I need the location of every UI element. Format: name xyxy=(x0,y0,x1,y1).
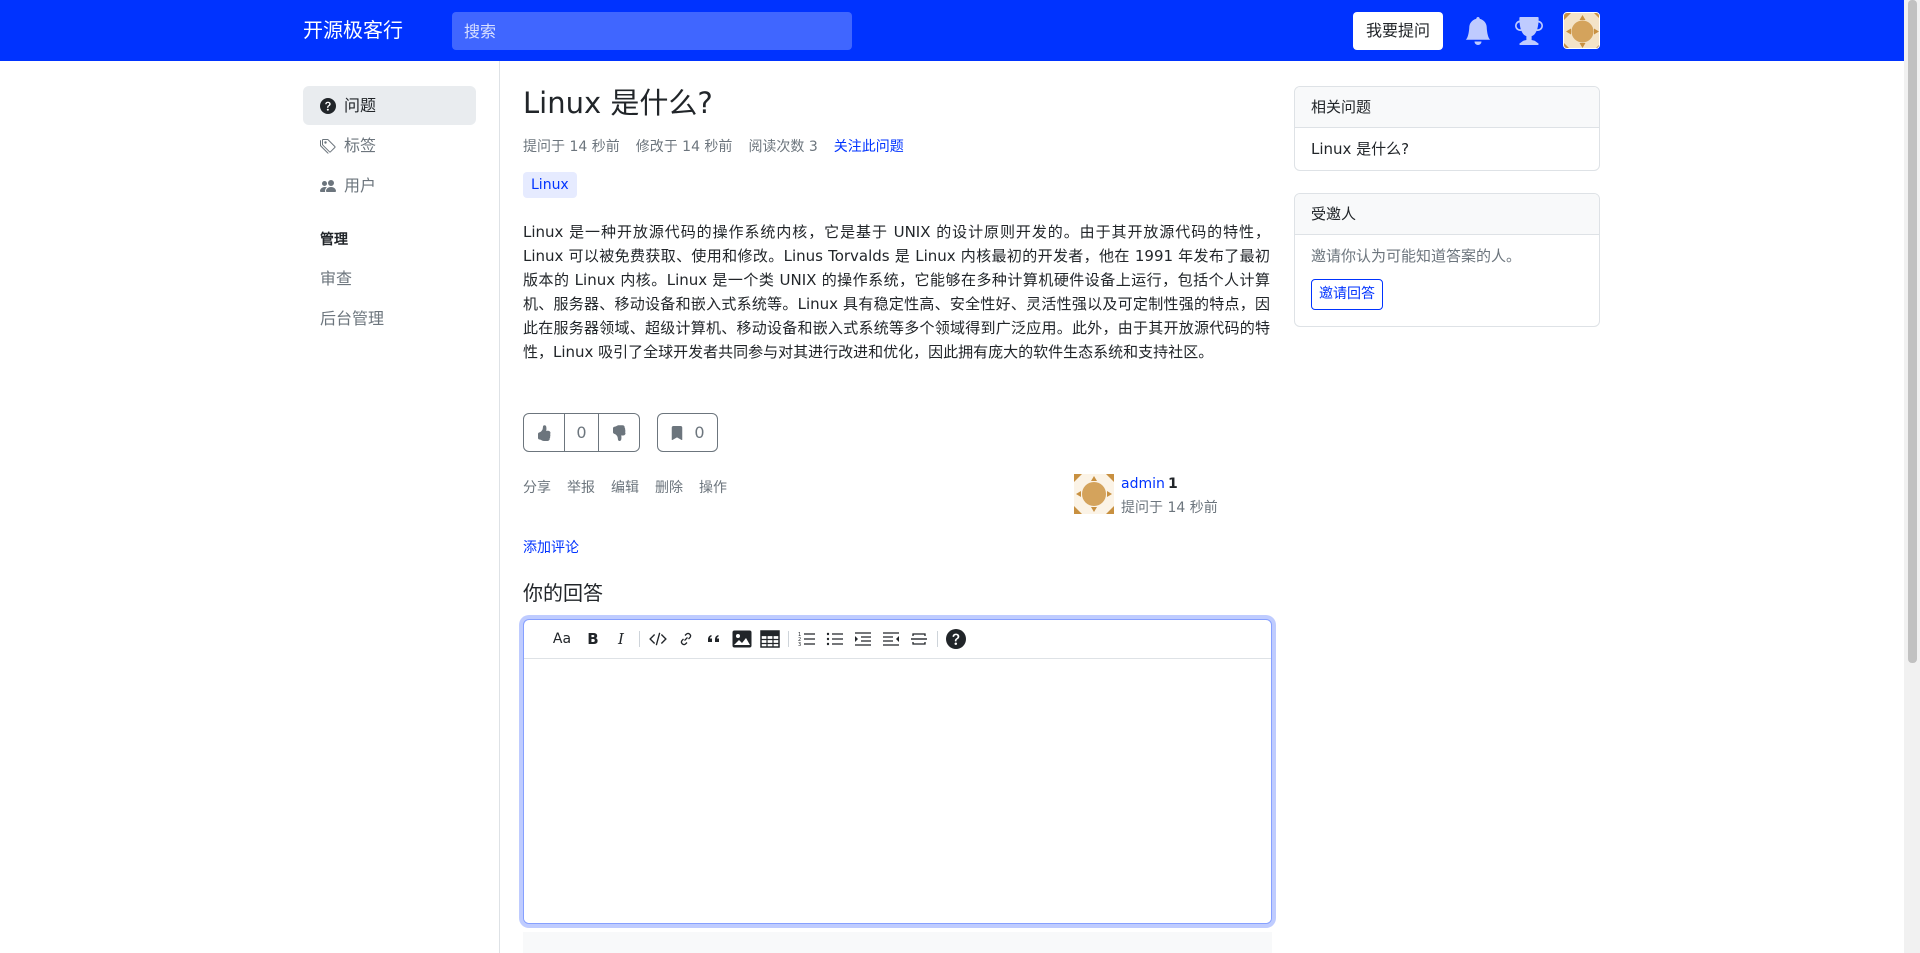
view-count: 阅读次数 3 xyxy=(748,139,818,155)
table-button[interactable] xyxy=(756,625,784,653)
user-avatar[interactable] xyxy=(1563,12,1600,49)
avatar-pattern-icon xyxy=(1564,13,1599,48)
help-button[interactable] xyxy=(942,625,970,653)
page-scrollbar[interactable] xyxy=(1904,0,1920,953)
sidebar-item-label: 审查 xyxy=(320,268,353,288)
bookmark-button[interactable]: 0 xyxy=(657,413,718,452)
unordered-list-icon xyxy=(826,632,843,646)
sidebar-item-label: 后台管理 xyxy=(320,308,385,328)
sidebar-item-label: 问题 xyxy=(344,95,377,115)
search-input[interactable] xyxy=(452,12,852,50)
table-icon xyxy=(760,630,780,648)
question-body: Linux 是一种开放源代码的操作系统内核，它是基于 UNIX 的设计原则开发的… xyxy=(523,223,1270,361)
sidebar-item-label: 标签 xyxy=(344,135,377,155)
editor-preview-area xyxy=(523,932,1272,953)
heading-button[interactable]: Aa xyxy=(545,625,579,653)
sidebar-item-admin[interactable]: 后台管理 xyxy=(303,299,476,338)
vote-group: 0 xyxy=(523,413,640,452)
sidebar-item-tags[interactable]: 标签 xyxy=(303,126,476,165)
people-icon xyxy=(320,179,336,192)
ask-question-button[interactable]: 我要提问 xyxy=(1353,12,1443,50)
top-navbar: 开源极客行 我要提问 xyxy=(0,0,1904,61)
thumbs-down-icon xyxy=(613,424,626,441)
outdent-button[interactable] xyxy=(877,625,905,653)
avatar-pattern-icon xyxy=(1074,474,1114,514)
bookmark-icon xyxy=(672,425,683,440)
tags-icon xyxy=(320,138,336,154)
related-questions-card: 相关问题 Linux 是什么? xyxy=(1294,86,1600,171)
invite-description: 邀请你认为可能知道答案的人。 xyxy=(1311,247,1522,265)
indent-icon xyxy=(855,632,871,646)
code-icon xyxy=(649,632,667,646)
author-name[interactable]: admin xyxy=(1121,476,1165,492)
horizontal-rule-button[interactable] xyxy=(905,625,933,653)
sidebar-divider xyxy=(499,61,500,953)
link-button[interactable] xyxy=(672,625,700,653)
upvote-button[interactable] xyxy=(524,414,564,451)
image-icon xyxy=(732,630,752,648)
italic-button[interactable]: I xyxy=(607,625,635,653)
outdent-icon xyxy=(883,632,899,646)
quote-icon xyxy=(708,635,719,642)
follow-question-link[interactable]: 关注此问题 xyxy=(834,136,904,156)
sidebar-item-questions[interactable]: 问题 xyxy=(303,86,476,125)
operations-link[interactable]: 操作 xyxy=(699,477,727,497)
question-circle-icon xyxy=(320,97,336,114)
bookmark-count: 0 xyxy=(694,423,705,442)
vote-count: 0 xyxy=(563,414,600,451)
ordered-list-button[interactable]: 123 xyxy=(793,625,821,653)
link-icon xyxy=(680,632,692,646)
code-button[interactable] xyxy=(644,625,672,653)
asked-time: 提问于 14 秒前 xyxy=(523,139,620,155)
delete-link[interactable]: 删除 xyxy=(655,477,683,497)
unordered-list-button[interactable] xyxy=(821,625,849,653)
sidebar-item-label: 用户 xyxy=(344,175,377,195)
hr-icon xyxy=(911,633,927,645)
svg-text:3: 3 xyxy=(798,642,801,647)
image-button[interactable] xyxy=(728,625,756,653)
bold-button[interactable]: B xyxy=(579,625,607,653)
toolbar-separator xyxy=(639,631,640,647)
toolbar-separator xyxy=(788,631,789,647)
brand-logo[interactable]: 开源极客行 xyxy=(303,17,403,43)
scrollbar-thumb[interactable] xyxy=(1908,0,1917,663)
card-title: 相关问题 xyxy=(1295,87,1599,128)
trophy-icon[interactable] xyxy=(1515,17,1543,45)
quote-button[interactable] xyxy=(700,625,728,653)
card-title: 受邀人 xyxy=(1295,194,1599,235)
answer-heading: 你的回答 xyxy=(523,581,603,605)
question-meta: 提问于 14 秒前 修改于 14 秒前 阅读次数 3 关注此问题 xyxy=(523,136,904,156)
edit-link[interactable]: 编辑 xyxy=(611,477,639,497)
invitees-card: 受邀人 邀请你认为可能知道答案的人。 邀请回答 xyxy=(1294,193,1600,327)
sidebar-item-review[interactable]: 审查 xyxy=(303,259,476,298)
bell-icon[interactable] xyxy=(1464,17,1492,45)
toolbar-separator xyxy=(937,631,938,647)
indent-button[interactable] xyxy=(849,625,877,653)
report-link[interactable]: 举报 xyxy=(567,477,595,497)
add-comment-link[interactable]: 添加评论 xyxy=(523,537,579,557)
share-link[interactable]: 分享 xyxy=(523,477,551,497)
help-icon xyxy=(946,629,966,649)
answer-editor: Aa B I 123 xyxy=(523,619,1272,924)
question-title[interactable]: Linux 是什么? xyxy=(523,84,713,122)
answer-textarea[interactable] xyxy=(524,659,1271,923)
invite-answer-button[interactable]: 邀请回答 xyxy=(1311,279,1383,310)
modified-time[interactable]: 修改于 14 秒前 xyxy=(636,136,733,156)
thumbs-up-icon xyxy=(537,424,551,441)
related-question-link[interactable]: Linux 是什么? xyxy=(1311,138,1583,160)
author-asked-time: 提问于 14 秒前 xyxy=(1121,500,1218,516)
sidebar-item-users[interactable]: 用户 xyxy=(303,166,476,205)
sidebar-section-title: 管理 xyxy=(320,232,348,248)
ordered-list-icon: 123 xyxy=(798,632,815,647)
editor-toolbar: Aa B I 123 xyxy=(524,620,1271,659)
author-avatar[interactable] xyxy=(1074,474,1114,514)
downvote-button[interactable] xyxy=(599,414,639,451)
author-reputation: 1 xyxy=(1168,476,1178,492)
tag-linux[interactable]: Linux xyxy=(523,172,577,198)
question-actions: 分享 举报 编辑 删除 操作 xyxy=(523,477,727,497)
